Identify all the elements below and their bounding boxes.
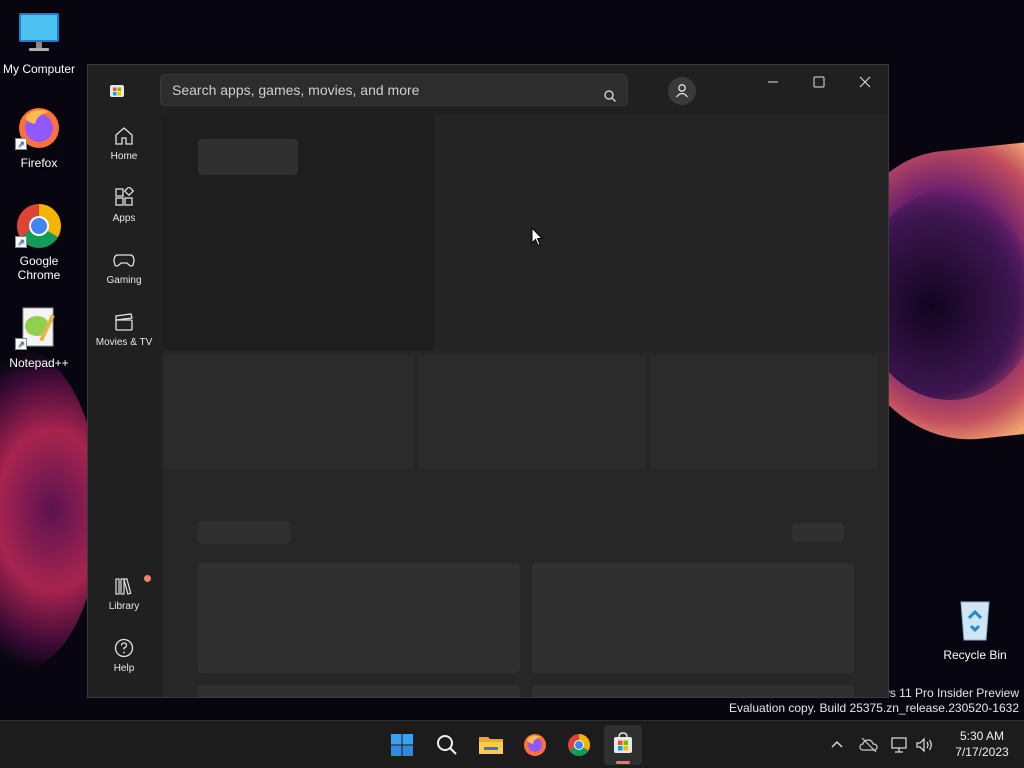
clock-date: 7/17/2023	[955, 745, 1009, 759]
nav-label: Movies & TV	[95, 337, 153, 348]
minimize-button[interactable]	[750, 65, 796, 99]
nav-sidebar: Home Apps Gaming Movies & TV Library Hel…	[88, 115, 160, 697]
nav-label: Library	[108, 601, 140, 612]
title-bar[interactable]: Search apps, games, movies, and more	[88, 65, 888, 115]
desktop-icon-label: My Computer	[2, 62, 76, 76]
see-all-skeleton	[792, 523, 844, 542]
content-loading-area	[162, 115, 888, 697]
volume-icon	[916, 737, 932, 753]
cloud-offline-icon	[859, 737, 878, 753]
card-skeleton	[650, 355, 878, 469]
firefox-icon: ↗	[15, 104, 63, 152]
card-skeleton	[164, 355, 414, 469]
nav-label: Gaming	[106, 275, 142, 286]
monitor-icon	[15, 10, 63, 58]
account-button[interactable]	[668, 77, 696, 105]
apps-grid-icon	[115, 187, 135, 206]
person-icon	[675, 84, 689, 98]
clock[interactable]: 5:30 AM 7/17/2023	[944, 728, 1020, 760]
close-icon	[859, 76, 871, 88]
start-icon	[391, 734, 413, 756]
desktop-icon-label: Firefox	[20, 156, 58, 170]
nav-label: Home	[110, 151, 138, 162]
notification-dot	[144, 575, 151, 582]
chrome-icon	[568, 734, 590, 756]
watermark-line-2: Evaluation copy. Build 25375.zn_release.…	[729, 701, 1019, 715]
nav-gaming[interactable]: Gaming	[92, 241, 156, 297]
store-icon	[614, 732, 632, 753]
search-icon	[437, 735, 457, 755]
desktop-icon-firefox[interactable]: ↗ Firefox	[0, 104, 78, 170]
store-logo-icon	[109, 82, 125, 98]
home-icon	[115, 127, 133, 145]
search-placeholder: Search apps, games, movies, and more	[172, 82, 420, 98]
recycle-bin-icon	[951, 596, 999, 644]
desktop-icon-my-computer[interactable]: My Computer	[0, 10, 78, 76]
desktop-icon-label: Recycle Bin	[943, 648, 1007, 662]
chevron-up-icon	[831, 741, 843, 748]
tile-skeleton	[198, 563, 520, 673]
maximize-icon	[813, 76, 825, 88]
search-icon[interactable]	[603, 83, 617, 113]
notepadpp-icon: ↗	[15, 304, 63, 352]
desktop-icon-label: Notepad++	[9, 356, 69, 370]
taskbar-chrome[interactable]	[567, 733, 591, 757]
onedrive-tray-icon[interactable]	[859, 736, 879, 754]
section-title-skeleton	[198, 521, 290, 544]
tile-skeleton	[532, 685, 854, 697]
taskbar-file-explorer[interactable]	[478, 733, 504, 757]
nav-label: Apps	[112, 213, 136, 224]
close-button[interactable]	[842, 65, 888, 99]
network-tray-icon[interactable]	[890, 736, 910, 754]
minimize-icon	[768, 81, 778, 83]
start-button[interactable]	[390, 733, 414, 757]
nav-movies-tv[interactable]: Movies & TV	[92, 303, 156, 359]
taskbar-search-button[interactable]	[435, 733, 459, 757]
library-icon	[115, 578, 132, 595]
mouse-cursor	[531, 227, 543, 247]
help-icon	[114, 638, 134, 658]
clock-time: 5:30 AM	[959, 729, 1005, 743]
gamepad-icon	[113, 254, 135, 267]
desktop-icon-notepadpp[interactable]: ↗ Notepad++	[0, 304, 78, 370]
chrome-icon: ↗	[15, 202, 63, 250]
nav-label: Help	[113, 663, 135, 674]
taskbar-firefox[interactable]	[523, 733, 547, 757]
active-indicator	[616, 761, 630, 764]
title-skeleton	[198, 139, 298, 175]
nav-help[interactable]: Help	[92, 629, 156, 685]
clapperboard-icon	[115, 313, 133, 331]
volume-tray-icon[interactable]	[915, 736, 935, 754]
nav-library[interactable]: Library	[92, 567, 156, 623]
taskbar: 5:30 AM 7/17/2023	[0, 720, 1024, 768]
search-input[interactable]: Search apps, games, movies, and more	[160, 74, 628, 106]
card-skeleton	[418, 355, 646, 469]
desktop-icon-chrome[interactable]: ↗ Google Chrome	[0, 202, 78, 282]
network-icon	[891, 737, 907, 753]
file-explorer-icon	[479, 737, 503, 754]
desktop-icon-label: Google Chrome	[17, 254, 61, 282]
store-window: Search apps, games, movies, and more Hom…	[87, 64, 889, 698]
tile-skeleton	[532, 563, 854, 673]
nav-apps[interactable]: Apps	[92, 179, 156, 235]
firefox-icon	[524, 734, 546, 756]
desktop-icon-recycle-bin[interactable]: Recycle Bin	[936, 596, 1014, 662]
show-hidden-icons-button[interactable]	[828, 736, 846, 754]
tile-skeleton	[198, 685, 520, 697]
taskbar-store-active[interactable]	[604, 725, 642, 765]
maximize-button[interactable]	[796, 65, 842, 99]
nav-home[interactable]: Home	[92, 117, 156, 173]
